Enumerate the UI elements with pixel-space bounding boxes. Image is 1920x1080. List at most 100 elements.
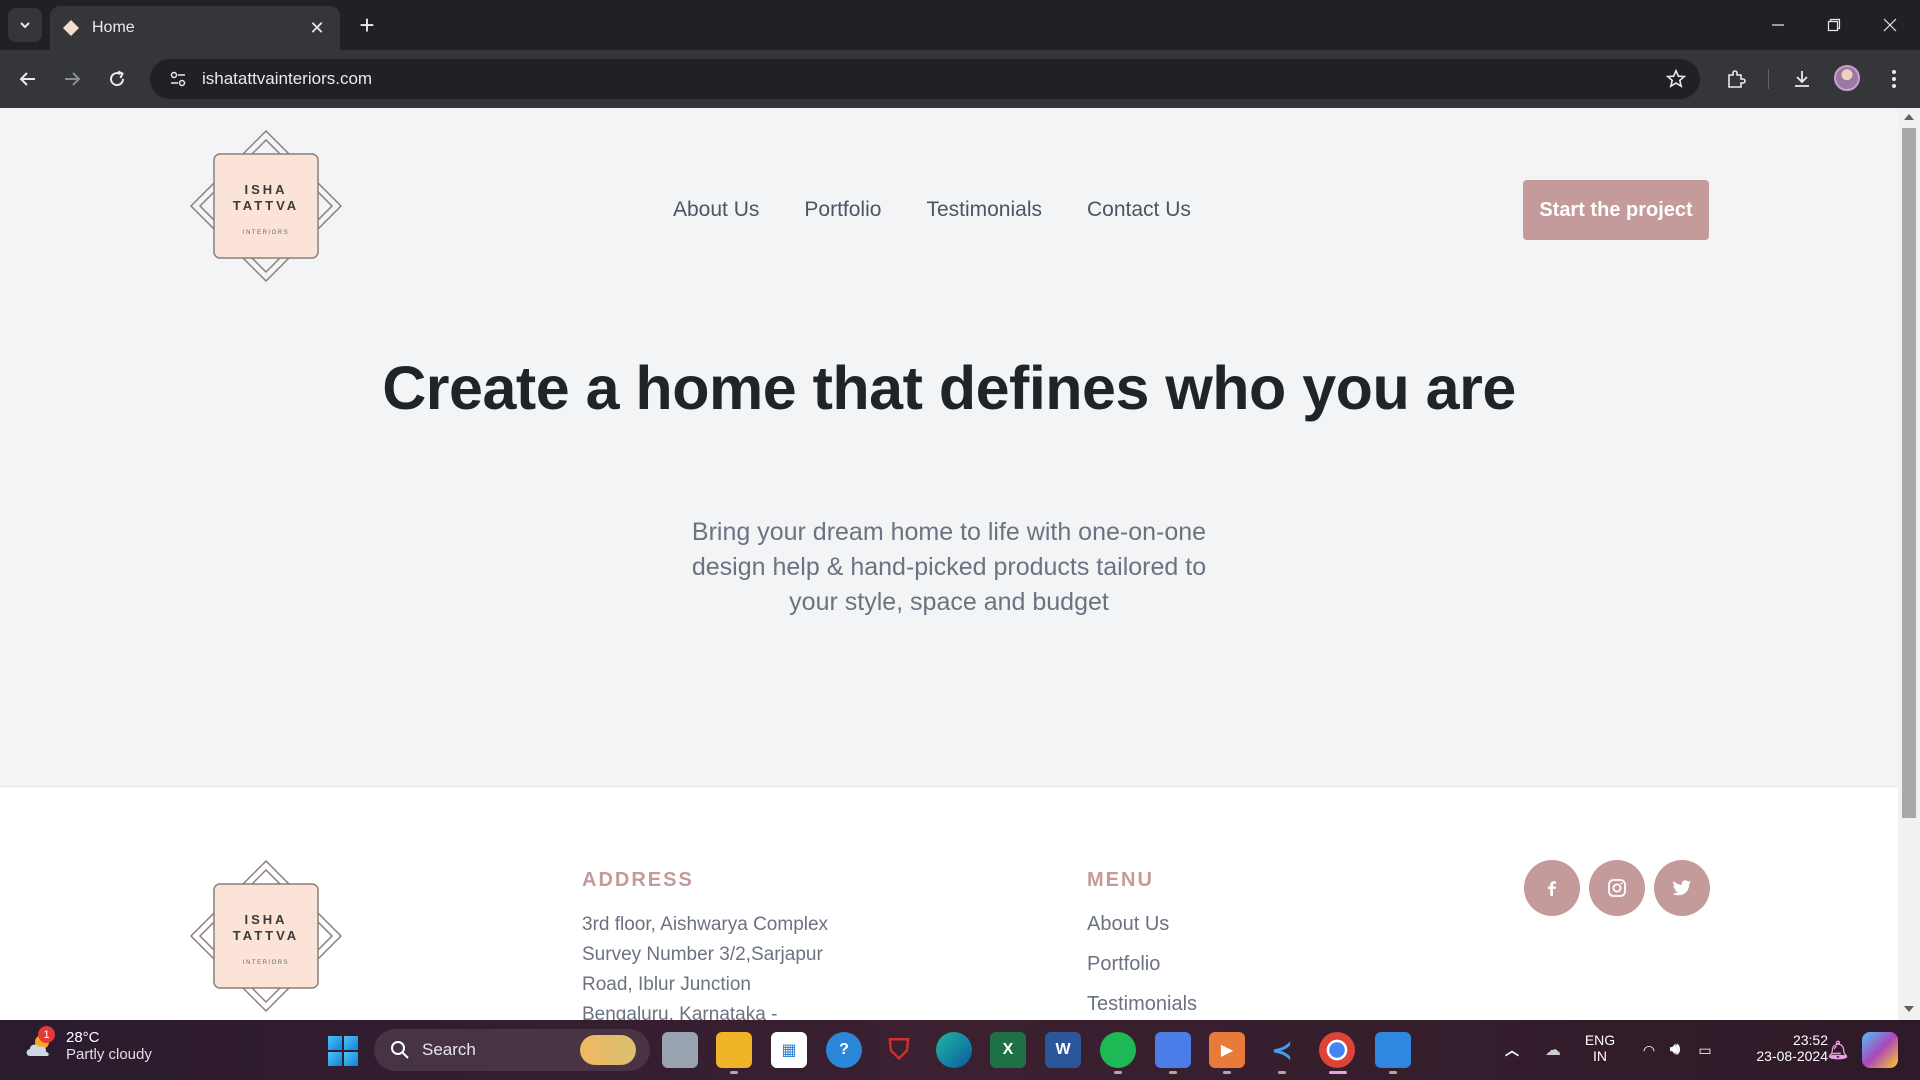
- minimize-button[interactable]: [1750, 0, 1806, 50]
- running-indicator: [730, 1071, 738, 1074]
- chevron-down-icon: [20, 22, 30, 29]
- footer-link-testimonials[interactable]: Testimonials: [1087, 993, 1197, 1016]
- arrow-right-icon: [65, 72, 81, 86]
- file-explorer-icon[interactable]: [716, 1032, 752, 1068]
- chrome-icon[interactable]: [1319, 1032, 1355, 1068]
- weather-temperature: 28°C: [66, 1029, 100, 1046]
- minimize-icon: [1772, 24, 1784, 26]
- hero-subtitle: Bring your dream home to life with one-o…: [649, 515, 1249, 620]
- bookmark-star-icon[interactable]: [1664, 67, 1688, 91]
- nav-portfolio[interactable]: Portfolio: [804, 198, 881, 222]
- weather-widget[interactable]: 1 28°C Partly cloudy: [22, 1026, 152, 1064]
- main-navigation: About Us Portfolio Testimonials Contact …: [673, 198, 1191, 222]
- footer-link-portfolio[interactable]: Portfolio: [1087, 953, 1160, 976]
- microsoft-store-icon[interactable]: ▦: [771, 1032, 807, 1068]
- vscode-icon[interactable]: ≺: [1264, 1032, 1300, 1068]
- notification-bell-icon[interactable]: 🔔︎: [1820, 1032, 1856, 1068]
- download-icon: [1795, 71, 1809, 87]
- running-indicator: [1169, 1071, 1177, 1074]
- address-line: Survey Number 3/2,Sarjapur: [582, 944, 823, 965]
- taskbar-search[interactable]: Search: [374, 1029, 650, 1071]
- url-text: ishatattvainteriors.com: [202, 69, 373, 88]
- clock-time: 23:52: [1792, 1032, 1828, 1048]
- logo-text-line3: INTERIORS: [243, 230, 289, 236]
- nav-contact-us[interactable]: Contact Us: [1087, 198, 1191, 222]
- media-player-icon[interactable]: ▶: [1209, 1032, 1245, 1068]
- help-icon[interactable]: ?: [826, 1032, 862, 1068]
- restore-button[interactable]: [1806, 0, 1862, 50]
- facebook-button[interactable]: [1524, 860, 1580, 916]
- logo-text-line2: TATTVA: [233, 198, 299, 213]
- footer-logo[interactable]: ISHA TATTVA INTERIORS: [188, 858, 344, 1014]
- toolbar-divider: [1768, 69, 1769, 89]
- twitter-button[interactable]: [1654, 860, 1710, 916]
- reload-icon: [110, 70, 125, 87]
- address-bar[interactable]: ishatattvainteriors.com: [150, 59, 1700, 99]
- scroll-down-arrow-icon[interactable]: [1904, 1006, 1914, 1012]
- puzzle-icon: [1728, 70, 1746, 88]
- tab-search-button[interactable]: [8, 8, 42, 42]
- word-icon[interactable]: W: [1045, 1032, 1081, 1068]
- site-info-icon[interactable]: [158, 59, 198, 99]
- back-button[interactable]: [12, 63, 44, 95]
- tab-title: Home: [92, 19, 135, 36]
- footer-link-about-us[interactable]: About Us: [1087, 913, 1169, 936]
- excel-icon[interactable]: X: [990, 1032, 1026, 1068]
- logo-text-line3: INTERIORS: [243, 960, 289, 966]
- language-indicator[interactable]: ENG IN: [1582, 1032, 1618, 1064]
- search-highlight-icon: [580, 1035, 636, 1065]
- browser-tab-home[interactable]: Home ✕: [50, 6, 340, 50]
- close-window-button[interactable]: [1862, 0, 1918, 50]
- scroll-up-arrow-icon[interactable]: [1904, 114, 1914, 120]
- restore-icon: [1827, 18, 1841, 32]
- twitter-icon: [1672, 880, 1691, 896]
- language-line: IN: [1593, 1048, 1607, 1064]
- menu-heading: MENU: [1087, 869, 1154, 891]
- address-line: Road, Iblur Junction: [582, 974, 751, 995]
- nav-testimonials[interactable]: Testimonials: [926, 198, 1042, 222]
- new-tab-button[interactable]: +: [352, 10, 382, 40]
- close-tab-icon[interactable]: ✕: [306, 17, 328, 39]
- logo-text-line2: TATTVA: [233, 928, 299, 943]
- hero-subtitle-line: Bring your dream home to life with one-o…: [691, 518, 1207, 546]
- forward-button[interactable]: [56, 63, 88, 95]
- arrow-left-icon: [19, 72, 35, 86]
- edge-icon[interactable]: [936, 1032, 972, 1068]
- page-viewport: ISHA TATTVA INTERIORS About Us Portfolio…: [0, 108, 1898, 1020]
- start-project-button[interactable]: Start the project: [1523, 180, 1709, 240]
- logo-text-line1: ISHA: [244, 182, 287, 197]
- instagram-button[interactable]: [1589, 860, 1645, 916]
- clock[interactable]: 23:52 23-08-2024: [1732, 1032, 1828, 1064]
- battery-icon[interactable]: ▭: [1687, 1032, 1723, 1068]
- site-logo[interactable]: ISHA TATTVA INTERIORS: [188, 128, 344, 284]
- hero-subtitle-line: your style, space and budget: [789, 588, 1109, 616]
- app-icon[interactable]: [1155, 1032, 1191, 1068]
- kebab-menu-icon: [1892, 70, 1896, 88]
- downloads-button[interactable]: [1786, 63, 1818, 95]
- photos-icon[interactable]: [1375, 1032, 1411, 1068]
- running-indicator: [1278, 1071, 1286, 1074]
- address-line: 3rd floor, Aishwarya Complex: [582, 914, 829, 935]
- page-scrollbar[interactable]: [1898, 108, 1920, 1020]
- browser-toolbar: ishatattvainteriors.com: [0, 50, 1920, 108]
- hero-title: Create a home that defines who you are: [382, 354, 1516, 422]
- copilot-icon[interactable]: [1862, 1032, 1898, 1068]
- reload-button[interactable]: [101, 63, 133, 95]
- browser-menu-button[interactable]: [1878, 63, 1910, 95]
- mcafee-icon[interactable]: ⛉: [881, 1032, 917, 1068]
- extensions-button[interactable]: [1720, 63, 1752, 95]
- site-footer: ISHA TATTVA INTERIORS ADDRESS 3rd floor,…: [0, 786, 1898, 1020]
- site-favicon-icon: [62, 19, 80, 37]
- hero-subtitle-line: design help & hand-picked products tailo…: [691, 553, 1207, 581]
- start-button[interactable]: [328, 1036, 358, 1066]
- language-line: ENG: [1584, 1032, 1616, 1048]
- windows-logo-icon: [328, 1036, 342, 1050]
- nav-about-us[interactable]: About Us: [673, 198, 759, 222]
- chevron-up-icon[interactable]: ︿: [1494, 1032, 1530, 1068]
- onedrive-icon[interactable]: ☁: [1535, 1032, 1571, 1068]
- spotify-icon[interactable]: [1100, 1032, 1136, 1068]
- task-view-icon[interactable]: [662, 1032, 698, 1068]
- instagram-icon: [1608, 879, 1626, 897]
- scrollbar-thumb[interactable]: [1902, 128, 1916, 818]
- profile-avatar[interactable]: [1834, 65, 1860, 91]
